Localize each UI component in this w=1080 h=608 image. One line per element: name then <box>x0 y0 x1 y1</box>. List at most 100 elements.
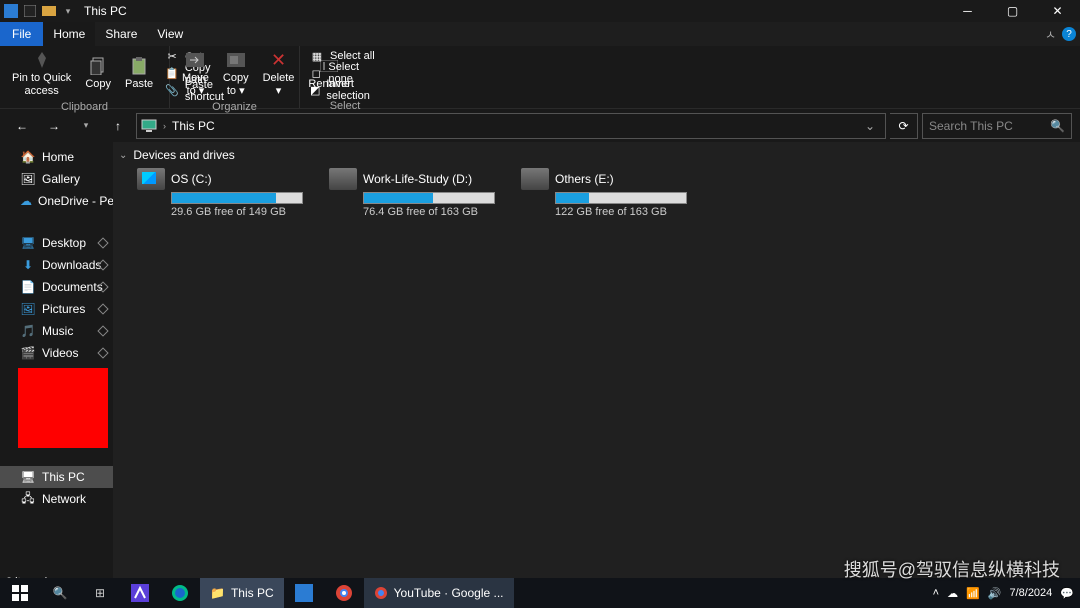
search-placeholder: Search This PC <box>929 119 1013 133</box>
sidebar-item-pictures[interactable]: 🖼Pictures <box>0 298 113 320</box>
taskbar-app-3[interactable] <box>284 578 324 608</box>
title-bar: ▾ This PC ─ ▢ ✕ <box>0 0 1080 22</box>
cloud-icon: ☁ <box>20 193 32 209</box>
tab-home[interactable]: Home <box>43 22 95 46</box>
breadcrumb[interactable]: This PC <box>172 119 215 133</box>
copy-button[interactable]: Copy <box>79 48 117 99</box>
taskbar-chrome-window[interactable]: YouTube · Google ... <box>364 578 514 608</box>
forward-button[interactable]: → <box>40 114 68 138</box>
tray-volume-icon[interactable]: 🔊 <box>988 587 1002 600</box>
drive-icon <box>329 168 357 190</box>
body: 🏠Home 🖼Gallery ☁OneDrive - Persona 🖥Desk… <box>0 142 1080 578</box>
move-to-button[interactable]: Move to ▾ <box>176 48 215 99</box>
ribbon-collapse-icon[interactable]: ㅅ <box>1045 26 1056 43</box>
ribbon-tabs: File Home Share View ㅅ ? <box>0 22 1080 46</box>
address-bar[interactable]: › This PC ⌄ <box>136 113 886 139</box>
drive-item[interactable]: OS (C:) 29.6 GB free of 149 GB <box>137 168 305 218</box>
qa-dropdown-icon[interactable]: ▾ <box>60 3 76 19</box>
sidebar-item-downloads[interactable]: ⬇Downloads <box>0 254 113 276</box>
drive-free-text: 122 GB free of 163 GB <box>555 206 689 218</box>
taskbar: 🔍 ⊞ 📁This PC YouTube · Google ... ˄ ☁ 📶 … <box>0 578 1080 608</box>
pictures-icon: 🖼 <box>20 301 36 317</box>
desktop-icon: 🖥 <box>20 235 36 251</box>
invert-selection-button[interactable]: ◩Invert selection <box>306 82 384 98</box>
tab-file[interactable]: File <box>0 22 43 46</box>
qa-save-icon[interactable] <box>22 3 38 19</box>
tab-view[interactable]: View <box>147 22 193 46</box>
tray-wifi-icon[interactable]: 📶 <box>966 587 980 600</box>
search-icon: 🔍 <box>1050 119 1065 133</box>
pin-to-quick-access-button[interactable]: Pin to Quick access <box>6 48 77 99</box>
address-bar-row: ← → ▾ ↑ › This PC ⌄ ⟳ Search This PC 🔍 <box>0 108 1080 142</box>
folder-icon: 📁 <box>210 586 225 600</box>
drive-free-text: 29.6 GB free of 149 GB <box>171 206 305 218</box>
copy-to-button[interactable]: Copy to ▾ <box>217 48 255 99</box>
drive-item[interactable]: Others (E:) 122 GB free of 163 GB <box>521 168 689 218</box>
search-input[interactable]: Search This PC 🔍 <box>922 113 1072 139</box>
taskbar-search-button[interactable]: 🔍 <box>40 578 80 608</box>
taskbar-chrome[interactable] <box>324 578 364 608</box>
music-icon: 🎵 <box>20 323 36 339</box>
up-button[interactable]: ↑ <box>104 114 132 138</box>
system-tray: ˄ ☁ 📶 🔊 7/8/2024 💬 <box>933 587 1080 600</box>
tray-date[interactable]: 7/8/2024 <box>1009 587 1052 599</box>
delete-button[interactable]: ✕Delete ▾ <box>257 48 301 99</box>
taskbar-app-1[interactable] <box>120 578 160 608</box>
tab-share[interactable]: Share <box>95 22 147 46</box>
maximize-button[interactable]: ▢ <box>990 0 1035 22</box>
recent-dropdown[interactable]: ▾ <box>72 114 100 138</box>
drive-name: Others (E:) <box>555 172 614 186</box>
drive-item[interactable]: Work-Life-Study (D:) 76.4 GB free of 163 … <box>329 168 497 218</box>
drive-free-text: 76.4 GB free of 163 GB <box>363 206 497 218</box>
start-button[interactable] <box>0 578 40 608</box>
app-icon <box>3 3 19 19</box>
tray-onedrive-icon[interactable]: ☁ <box>947 587 958 600</box>
help-icon[interactable]: ? <box>1062 27 1076 41</box>
back-button[interactable]: ← <box>8 114 36 138</box>
paste-button[interactable]: Paste <box>119 48 159 99</box>
downloads-icon: ⬇ <box>20 257 36 273</box>
documents-icon: 📄 <box>20 279 36 295</box>
navigation-pane: 🏠Home 🖼Gallery ☁OneDrive - Persona 🖥Desk… <box>0 142 113 578</box>
drive-icon <box>137 168 165 190</box>
minimize-button[interactable]: ─ <box>945 0 990 22</box>
close-button[interactable]: ✕ <box>1035 0 1080 22</box>
sidebar-item-network[interactable]: 🖧Network <box>0 488 113 510</box>
window-title: This PC <box>84 4 127 18</box>
taskbar-file-explorer[interactable]: 📁This PC <box>200 578 284 608</box>
gallery-icon: 🖼 <box>20 171 36 187</box>
network-icon: 🖧 <box>20 491 36 507</box>
sidebar-item-music[interactable]: 🎵Music <box>0 320 113 342</box>
videos-icon: 🎬 <box>20 345 36 361</box>
refresh-button[interactable]: ⟳ <box>890 113 918 139</box>
chevron-right-icon: › <box>163 121 166 131</box>
ribbon: Pin to Quick access Copy Paste ✂Cut 📋Cop… <box>0 46 1080 108</box>
select-all-icon: ▦ <box>310 49 324 63</box>
sidebar-item-this-pc[interactable]: 🖥This PC <box>0 466 113 488</box>
tray-chevron-up-icon[interactable]: ˄ <box>933 587 939 599</box>
home-icon: 🏠 <box>20 149 36 165</box>
tray-notifications-icon[interactable]: 💬 <box>1060 587 1074 600</box>
pc-icon <box>141 119 157 133</box>
sidebar-item-gallery[interactable]: 🖼Gallery <box>0 168 113 190</box>
sidebar-item-home[interactable]: 🏠Home <box>0 146 113 168</box>
chevron-down-icon: ⌄ <box>119 150 127 161</box>
sidebar-highlight-block <box>18 368 108 448</box>
sidebar-item-documents[interactable]: 📄Documents <box>0 276 113 298</box>
drive-name: OS (C:) <box>171 172 212 186</box>
drive-usage-bar <box>363 192 495 204</box>
sidebar-item-onedrive[interactable]: ☁OneDrive - Persona <box>0 190 113 212</box>
group-header-devices[interactable]: ⌄ Devices and drives <box>119 146 1080 168</box>
qa-folder-icon[interactable] <box>41 3 57 19</box>
content-pane[interactable]: ⌄ Devices and drives OS (C:) 29.6 GB free… <box>113 142 1080 578</box>
breadcrumb-dropdown[interactable]: ⌄ <box>859 119 881 133</box>
invert-selection-icon: ◩ <box>310 83 320 97</box>
sidebar-item-videos[interactable]: 🎬Videos <box>0 342 113 364</box>
drive-name: Work-Life-Study (D:) <box>363 172 472 186</box>
task-view-button[interactable]: ⊞ <box>80 578 120 608</box>
this-pc-icon: 🖥 <box>20 469 36 485</box>
chrome-icon <box>374 586 388 600</box>
taskbar-edge[interactable] <box>160 578 200 608</box>
select-none-icon: ◻ <box>310 66 322 80</box>
sidebar-item-desktop[interactable]: 🖥Desktop <box>0 232 113 254</box>
